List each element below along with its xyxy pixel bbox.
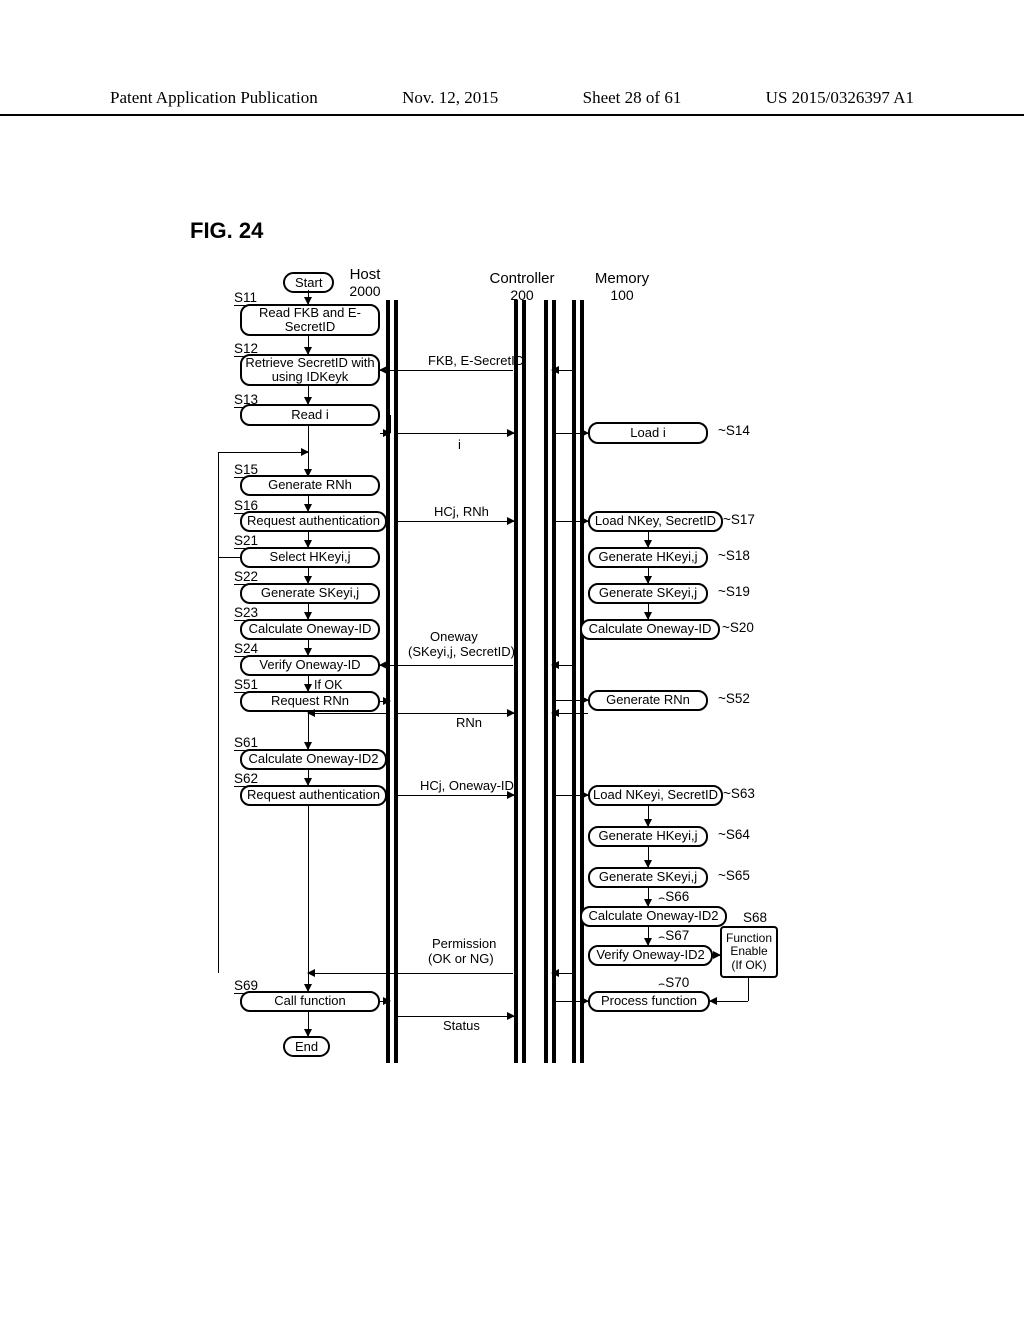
header-title: Patent Application Publication [110,88,318,108]
lane-mem-title: Memory [595,270,649,287]
box-s12: Retrieve SecretID with using IDKeyk [240,354,380,386]
header-pubno: US 2015/0326397 A1 [766,88,914,108]
label-s67: ⌢S67 [658,928,689,944]
box-s69: Call function [240,991,380,1012]
box-s13: Read i [240,404,380,426]
lane-host-num: 2000 [340,283,390,299]
end-pill: End [283,1036,330,1057]
msg-oneway-a: Oneway [430,630,478,644]
box-s23: Calculate Oneway-ID [240,619,380,640]
page-header: Patent Application Publication Nov. 12, … [0,88,1024,116]
box-s20: Calculate Oneway-ID [580,619,720,640]
box-s52: Generate RNn [588,690,708,711]
label-s63: ~S63 [723,786,755,801]
label-s64: ~S64 [718,827,750,842]
s68-l3: (If OK) [731,959,766,972]
box-s63: Load NKeyi, SecretID [588,785,723,806]
box-s18: Generate HKeyi,j [588,547,708,568]
box-s66: Calculate Oneway-ID2 [580,906,727,927]
box-s21: Select HKeyi,j [240,547,380,568]
s68-l2: Enable [730,945,767,958]
label-s66: ⌢S66 [658,889,689,905]
box-s16: Request authentication [240,511,387,532]
sequence-diagram: Host 2000 Controller 200 Memory 100 Star… [218,268,938,1063]
label-s52: ~S52 [718,691,750,706]
box-s61: Calculate Oneway-ID2 [240,749,387,770]
box-s22: Generate SKeyi,j [240,583,380,604]
label-s19: ~S19 [718,584,750,599]
lane-ctrl-num: 200 [482,287,562,303]
box-s17: Load NKey, SecretID [588,511,723,532]
label-s17: ~S17 [723,512,755,527]
msg-status: Status [443,1019,480,1033]
msg-hcj: HCj, RNh [434,505,489,519]
box-s24: Verify Oneway-ID [240,655,380,676]
msg-hcj-oneway: HCj, Oneway-ID [420,779,514,793]
msg-rnn: RNn [456,716,482,730]
figure-title: FIG. 24 [190,218,263,244]
box-s14: Load i [588,422,708,444]
label-s20: ~S20 [722,620,754,635]
box-s15: Generate RNh [240,475,380,496]
lane-mem-num: 100 [582,287,662,303]
header-date: Nov. 12, 2015 [402,88,498,108]
msg-perm-a: Permission [432,937,496,951]
box-s70: Process function [588,991,710,1012]
label-s68: S68 [743,910,767,925]
lane-host-title: Host [350,266,381,283]
header-sheet: Sheet 28 of 61 [583,88,682,108]
label-s14: ~S14 [718,423,750,438]
if-ok-text: If OK [314,678,342,692]
msg-perm-b: (OK or NG) [428,952,494,966]
box-s67: Verify Oneway-ID2 [588,945,713,966]
label-s65: ~S65 [718,868,750,883]
box-s64: Generate HKeyi,j [588,826,708,847]
label-s70: ⌢S70 [658,975,689,991]
box-s65: Generate SKeyi,j [588,867,708,888]
box-s19: Generate SKeyi,j [588,583,708,604]
box-s62: Request authentication [240,785,387,806]
box-s11: Read FKB and E-SecretID [240,304,380,336]
msg-oneway-b: (SKeyi,j, SecretID) [408,645,515,659]
msg-fkb: FKB, E-SecretID [428,354,524,368]
label-s18: ~S18 [718,548,750,563]
msg-i: i [458,438,461,452]
box-s68: Function Enable (If OK) [720,926,778,978]
lane-ctrl-title: Controller [489,270,554,287]
